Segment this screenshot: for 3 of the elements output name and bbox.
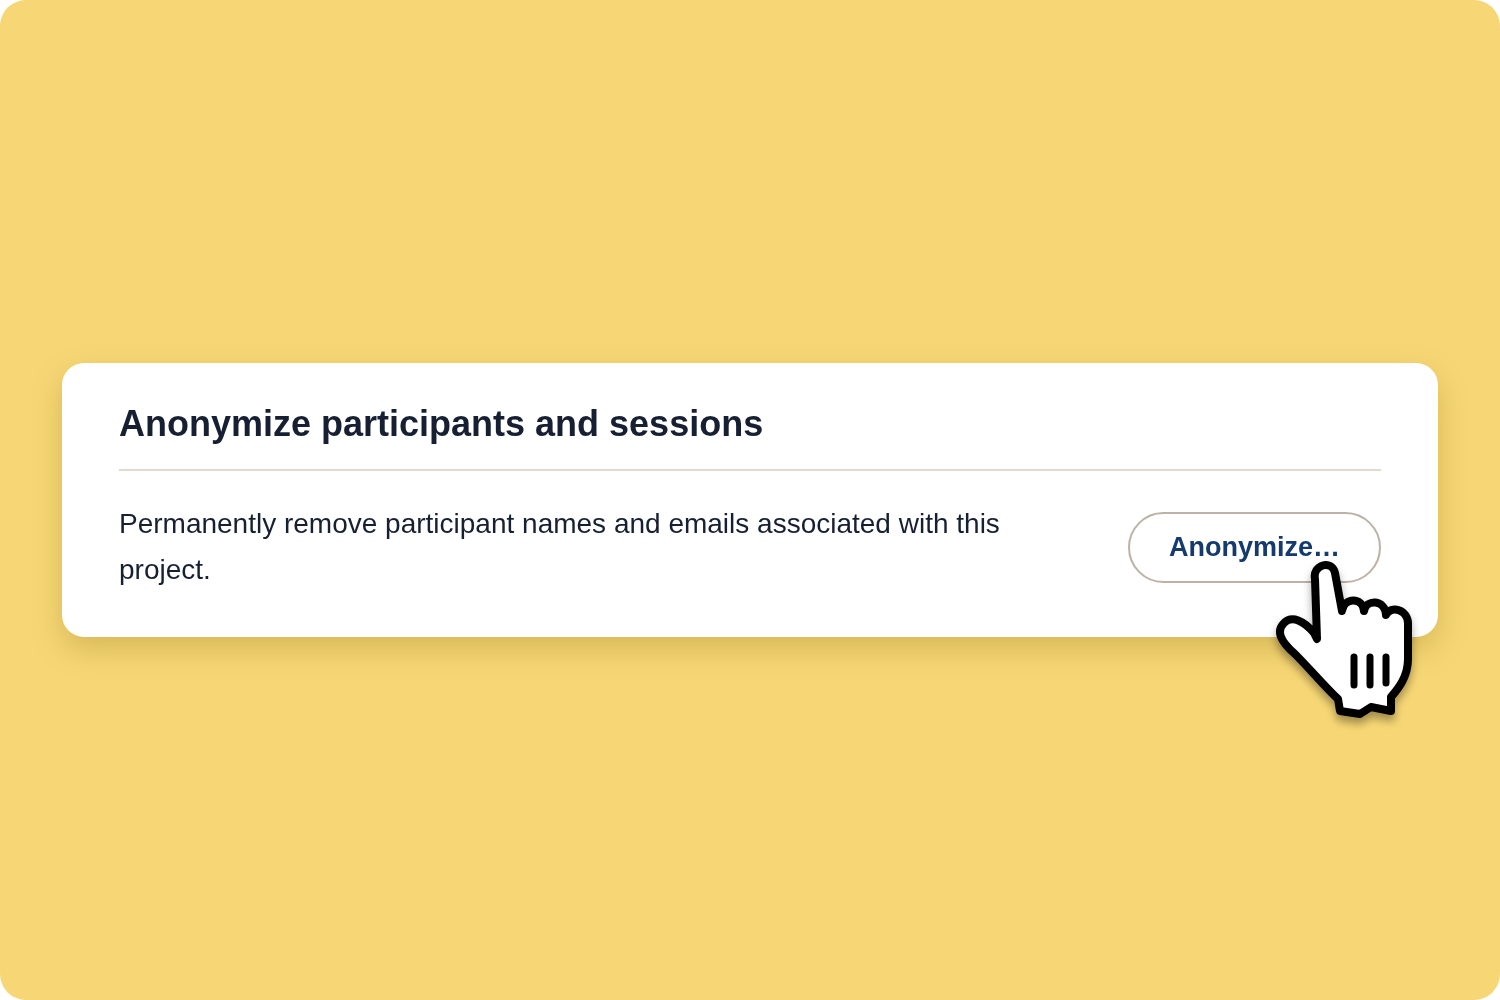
card-description: Permanently remove participant names and emails associated with this project. [119,507,1001,587]
card-title: Anonymize participants and sessions [119,403,765,444]
anonymize-button[interactable]: Anonymize… [1128,511,1381,583]
